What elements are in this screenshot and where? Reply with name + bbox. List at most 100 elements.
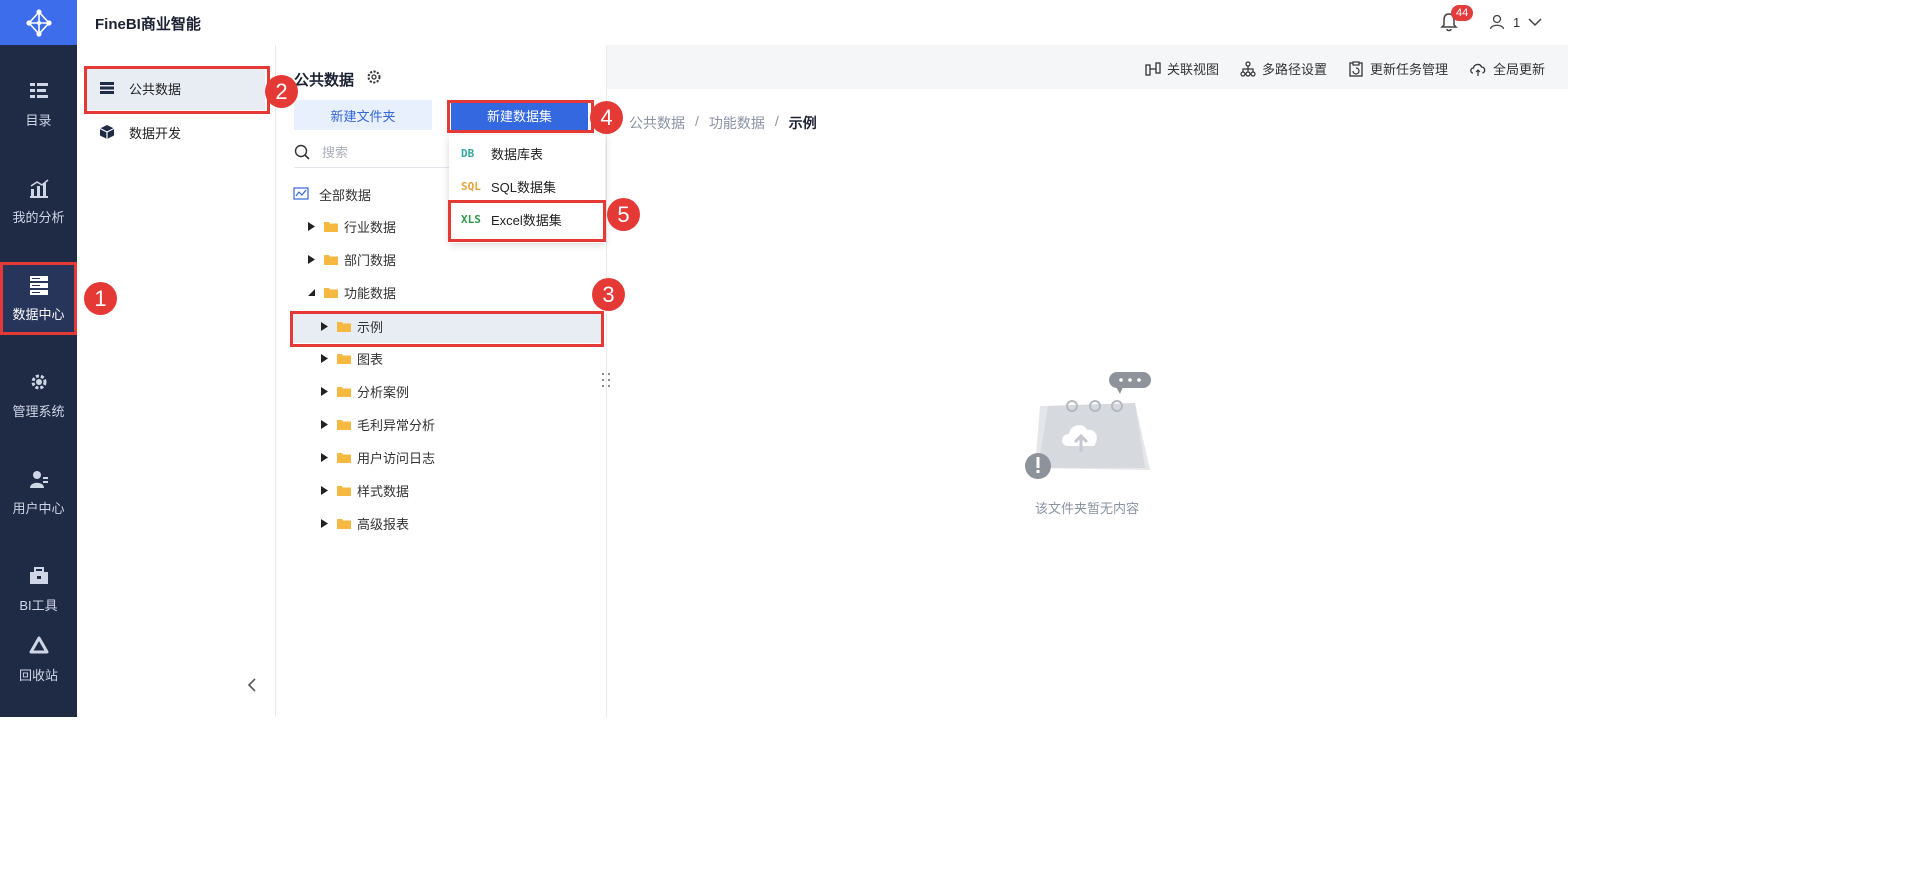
expand-icon[interactable] xyxy=(319,452,329,462)
tree-label: 毛利异常分析 xyxy=(357,417,436,433)
folder-icon xyxy=(337,321,351,332)
rail-item-user-center[interactable]: 用户中心 xyxy=(0,456,77,528)
tree-label: 行业数据 xyxy=(344,219,397,235)
breadcrumb: 公共数据 / 功能数据 / 示例 xyxy=(629,113,817,133)
tree-item[interactable]: 部门数据 xyxy=(306,244,396,274)
folder-icon xyxy=(337,419,351,430)
settings-icon[interactable] xyxy=(366,69,382,85)
tree-item[interactable]: 分析案例 xyxy=(319,376,409,406)
expand-icon[interactable] xyxy=(306,221,316,231)
tree-label: 示例 xyxy=(357,319,384,335)
breadcrumb-current: 示例 xyxy=(788,115,817,131)
analysis-icon xyxy=(29,178,48,198)
chart-line-icon xyxy=(293,187,309,200)
rail-item-management[interactable]: 管理系统 xyxy=(0,359,77,431)
rail-label: 管理系统 xyxy=(12,403,65,419)
breadcrumb-item[interactable]: 功能数据 xyxy=(709,113,765,133)
database-table-icon: DB xyxy=(461,147,475,160)
breadcrumb-separator: / xyxy=(695,113,699,129)
tree-item[interactable]: 样式数据 xyxy=(319,475,409,505)
folder-icon xyxy=(324,221,338,232)
user-name: 1 xyxy=(1513,14,1521,30)
tree-item-selected[interactable]: 示例 xyxy=(319,311,383,341)
app-title: FineBI商业智能 xyxy=(95,16,201,33)
expand-icon[interactable] xyxy=(319,321,329,331)
panel-title: 公共数据 xyxy=(294,72,355,89)
tree-root[interactable]: 全部数据 xyxy=(293,179,371,209)
tree-item[interactable]: 图表 xyxy=(319,343,383,373)
global-update-button[interactable]: 全局更新 xyxy=(1469,59,1545,78)
tree-label: 用户访问日志 xyxy=(357,450,436,466)
tool-label: 更新任务管理 xyxy=(1370,62,1449,77)
recycle-icon xyxy=(29,636,48,653)
new-dataset-button[interactable]: 新建数据集 xyxy=(451,100,588,130)
breadcrumb-separator: / xyxy=(774,113,779,129)
tool-label: 全局更新 xyxy=(1493,62,1546,77)
collapse-icon[interactable] xyxy=(245,676,259,694)
empty-folder-illustration xyxy=(1025,372,1151,479)
rail-label: 数据中心 xyxy=(12,306,65,322)
tree-label: 图表 xyxy=(357,351,384,367)
expand-icon[interactable] xyxy=(319,419,329,429)
tree-label: 样式数据 xyxy=(357,483,410,499)
expand-icon[interactable] xyxy=(319,386,329,396)
tool-label: 多路径设置 xyxy=(1262,62,1328,77)
breadcrumb-item[interactable]: 公共数据 xyxy=(629,113,685,133)
cube-icon xyxy=(99,125,115,139)
menu-item-database-table[interactable]: DB 数据库表 xyxy=(449,137,605,170)
public-data-icon xyxy=(100,82,114,94)
rail-item-catalog[interactable]: 目录 xyxy=(0,68,77,140)
hierarchy-icon xyxy=(1240,60,1256,77)
tree-item[interactable]: 高级报表 xyxy=(319,508,409,538)
resize-handle-icon[interactable] xyxy=(601,372,611,388)
toolbox-icon xyxy=(29,566,48,584)
multi-path-button[interactable]: 多路径设置 xyxy=(1240,59,1327,78)
chevron-down-icon xyxy=(1528,18,1542,27)
user-menu[interactable]: 1 xyxy=(1489,14,1542,30)
tree-label: 全部数据 xyxy=(319,187,372,203)
annotation-number-4: 4 xyxy=(590,101,623,134)
expand-icon[interactable] xyxy=(319,353,329,363)
annotation-number-1: 1 xyxy=(84,282,117,315)
rail-item-bi-tools[interactable]: BI工具 xyxy=(0,553,77,625)
rail-label: 回收站 xyxy=(18,667,58,683)
expand-icon[interactable] xyxy=(306,254,316,264)
nav-public-data[interactable]: 公共数据 xyxy=(85,66,265,110)
user-avatar-icon xyxy=(1489,14,1505,30)
menu-item-sql-dataset[interactable]: SQL SQL数据集 xyxy=(449,170,605,203)
annotation-number-5: 5 xyxy=(607,198,640,231)
notification-badge: 44 xyxy=(1451,5,1474,21)
logo-icon xyxy=(25,8,52,37)
data-center-icon xyxy=(29,275,48,295)
tree-item[interactable]: 行业数据 xyxy=(306,211,396,241)
search-box xyxy=(294,137,454,168)
tree-item[interactable]: 功能数据 xyxy=(306,277,396,307)
tree-label: 功能数据 xyxy=(344,285,397,301)
expand-icon[interactable] xyxy=(319,518,329,528)
new-dataset-menu: DB 数据库表 SQL SQL数据集 XLS Excel数据集 xyxy=(449,135,605,243)
rail-item-my-analysis[interactable]: 我的分析 xyxy=(0,165,77,237)
gear-icon xyxy=(31,374,46,389)
rail-label: 用户中心 xyxy=(12,500,65,516)
menu-item-excel-dataset[interactable]: XLS Excel数据集 xyxy=(449,203,605,236)
link-view-button[interactable]: 关联视图 xyxy=(1145,59,1219,78)
tree-item[interactable]: 毛利异常分析 xyxy=(319,409,435,439)
expand-icon[interactable] xyxy=(319,485,329,495)
nav-label: 数据开发 xyxy=(129,125,182,141)
tree-item[interactable]: 用户访问日志 xyxy=(319,442,435,472)
tree-label: 部门数据 xyxy=(344,252,397,268)
collapse-tree-icon[interactable] xyxy=(306,287,316,297)
rail-item-recycle-bin[interactable]: 回收站 xyxy=(0,624,77,694)
search-input[interactable] xyxy=(320,143,434,161)
search-icon xyxy=(294,144,310,160)
top-header xyxy=(77,0,1568,46)
folder-icon xyxy=(324,254,338,265)
app-logo[interactable] xyxy=(0,0,77,45)
new-folder-button[interactable]: 新建文件夹 xyxy=(294,100,432,130)
folder-icon xyxy=(337,485,351,496)
excel-icon: XLS xyxy=(461,213,481,226)
nav-data-development[interactable]: 数据开发 xyxy=(85,110,265,154)
update-task-button[interactable]: 更新任务管理 xyxy=(1348,59,1448,78)
rail-item-data-center[interactable]: 数据中心 xyxy=(0,262,77,334)
folder-icon xyxy=(337,452,351,463)
